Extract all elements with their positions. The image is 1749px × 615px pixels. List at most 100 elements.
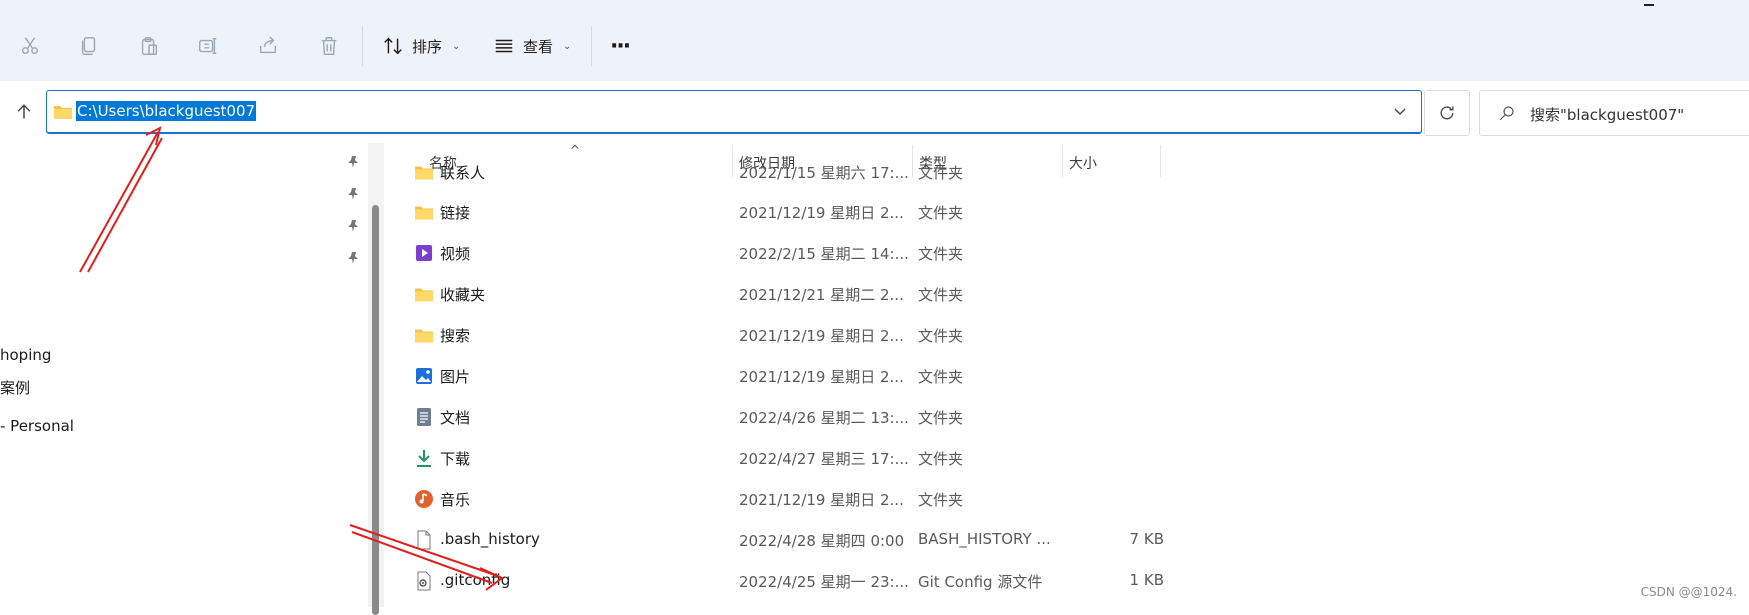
sort-ascending-icon: ^ — [570, 143, 581, 157]
trash-icon — [321, 37, 337, 55]
file-name: 视频 — [440, 245, 471, 263]
sidebar-item-hoping[interactable]: hoping — [0, 346, 51, 364]
file-date: 2022/4/25 星期一 23:... — [739, 573, 909, 591]
folder-icon — [415, 329, 433, 343]
file-type: 文件夹 — [918, 165, 964, 182]
folder-icon — [415, 288, 433, 302]
file-type: 文件夹 — [918, 327, 964, 345]
sidebar-item-cases[interactable]: 案例 — [0, 377, 30, 398]
pin-icon[interactable] — [347, 219, 361, 233]
chevron-down-icon: ⌄ — [452, 40, 461, 52]
file-type: BASH_HISTORY ... — [918, 530, 1051, 548]
list-item[interactable]: 收藏夹 2021/12/21 星期二 2... 文件夹 — [384, 273, 1384, 314]
file-name: 搜索 — [440, 327, 471, 345]
file-date: 2022/4/28 星期四 0:00 — [739, 532, 905, 550]
share-icon — [259, 36, 277, 54]
delete-button[interactable] — [311, 28, 347, 64]
list-item[interactable]: 联系人 2022/1/15 星期六 17:... 文件夹 — [384, 165, 1384, 185]
list-item[interactable]: .gitconfig 2022/4/25 星期一 23:... Git Conf… — [384, 560, 1384, 601]
file-date: 2022/4/26 星期二 13:... — [739, 409, 909, 427]
list-item[interactable]: .bash_history 2022/4/28 星期四 0:00 BASH_HI… — [384, 519, 1384, 560]
file-name: .gitconfig — [440, 571, 511, 589]
file-date: 2022/4/27 星期三 17:... — [739, 450, 909, 468]
scissors-icon — [21, 37, 39, 55]
file-size: 7 KB — [1129, 530, 1164, 548]
sort-label: 排序 — [412, 37, 443, 56]
pictures-icon — [416, 368, 432, 384]
file-list: ^ 名称 修改日期 类型 大小 联系人 2022/1/15 星期六 17:...… — [384, 143, 1749, 607]
navigation-row: C:\Users\blackguest007 搜索"blackguest007" — [0, 81, 1749, 143]
view-button[interactable]: 查看 ⌄ — [493, 30, 571, 62]
list-item[interactable]: 文档 2022/4/26 星期二 13:... 文件夹 — [384, 396, 1384, 437]
search-box[interactable]: 搜索"blackguest007" — [1479, 90, 1749, 136]
file-name: .bash_history — [440, 530, 540, 548]
video-folder-icon — [416, 245, 432, 261]
pin-icon[interactable] — [347, 155, 361, 169]
paste-button[interactable] — [131, 28, 167, 64]
file-type: 文件夹 — [918, 245, 964, 263]
sidebar-item-onedrive-personal[interactable]: - Personal — [0, 417, 74, 435]
more-options-button[interactable]: ··· — [610, 30, 631, 62]
file-date: 2021/12/21 星期二 2... — [739, 286, 904, 304]
file-icon — [417, 530, 431, 550]
list-item[interactable]: 视频 2022/2/15 星期二 14:... 文件夹 — [384, 232, 1384, 273]
list-item[interactable]: 下载 2022/4/27 星期三 17:... 文件夹 — [384, 437, 1384, 478]
file-name: 音乐 — [440, 491, 471, 509]
up-button[interactable] — [6, 94, 42, 130]
file-date: 2021/12/19 星期日 2... — [739, 327, 904, 345]
file-name: 文档 — [440, 409, 471, 427]
folder-icon — [54, 106, 72, 119]
navigation-pane: hoping 案例 - Personal — [0, 143, 368, 607]
file-type: 文件夹 — [918, 409, 964, 427]
list-item[interactable]: 搜索 2021/12/19 星期日 2... 文件夹 — [384, 314, 1384, 355]
copy-button[interactable] — [71, 28, 107, 64]
file-name: 收藏夹 — [440, 286, 486, 304]
view-label: 查看 — [523, 37, 554, 56]
cut-button[interactable] — [12, 28, 48, 64]
rename-button[interactable] — [190, 28, 226, 64]
search-placeholder[interactable]: 搜索"blackguest007" — [1530, 104, 1684, 125]
arrow-up-icon — [17, 104, 31, 119]
minimize-mark[interactable] — [1644, 0, 1654, 6]
refresh-button[interactable] — [1424, 90, 1470, 136]
file-type: Git Config 源文件 — [918, 573, 1043, 591]
sort-icon — [384, 37, 402, 55]
documents-icon — [417, 408, 431, 426]
file-name: 链接 — [440, 204, 471, 222]
config-file-icon — [417, 571, 431, 591]
pin-icon[interactable] — [347, 251, 361, 265]
file-type: 文件夹 — [918, 450, 964, 468]
file-name: 联系人 — [440, 165, 486, 182]
folder-icon — [415, 206, 433, 220]
sidebar-scrollbar[interactable] — [368, 143, 384, 615]
music-icon — [415, 490, 433, 508]
folder-icon — [415, 166, 433, 180]
chevron-down-icon[interactable] — [1393, 104, 1407, 118]
file-type: 文件夹 — [918, 368, 964, 386]
file-type: 文件夹 — [918, 286, 964, 304]
share-button[interactable] — [250, 28, 286, 64]
file-size: 1 KB — [1129, 571, 1164, 589]
pin-icon[interactable] — [347, 187, 361, 201]
toolbar-divider — [591, 26, 592, 66]
file-date: 2021/12/19 星期日 2... — [739, 491, 904, 509]
list-item[interactable]: 图片 2021/12/19 星期日 2... 文件夹 — [384, 355, 1384, 396]
address-path[interactable]: C:\Users\blackguest007 — [76, 101, 257, 121]
rename-icon — [199, 37, 217, 55]
command-bar: 排序 ⌄ 查看 ⌄ ··· — [0, 0, 1749, 82]
search-icon — [1499, 106, 1514, 121]
sort-button[interactable]: 排序 ⌄ — [382, 30, 460, 62]
file-name: 下载 — [440, 450, 471, 468]
toolbar-divider — [362, 26, 363, 66]
scrollbar-thumb[interactable] — [372, 205, 379, 615]
copy-icon — [81, 37, 96, 55]
clipboard-icon — [141, 37, 158, 55]
file-date: 2022/2/15 星期二 14:... — [739, 245, 909, 263]
list-item[interactable]: 链接 2021/12/19 星期日 2... 文件夹 — [384, 191, 1384, 232]
download-icon — [417, 450, 431, 467]
list-item[interactable]: 音乐 2021/12/19 星期日 2... 文件夹 — [384, 478, 1384, 519]
address-bar[interactable]: C:\Users\blackguest007 — [46, 90, 1422, 134]
view-list-icon — [495, 39, 513, 53]
watermark: CSDN @@1024. — [1640, 585, 1737, 599]
file-date: 2022/1/15 星期六 17:... — [739, 165, 909, 182]
